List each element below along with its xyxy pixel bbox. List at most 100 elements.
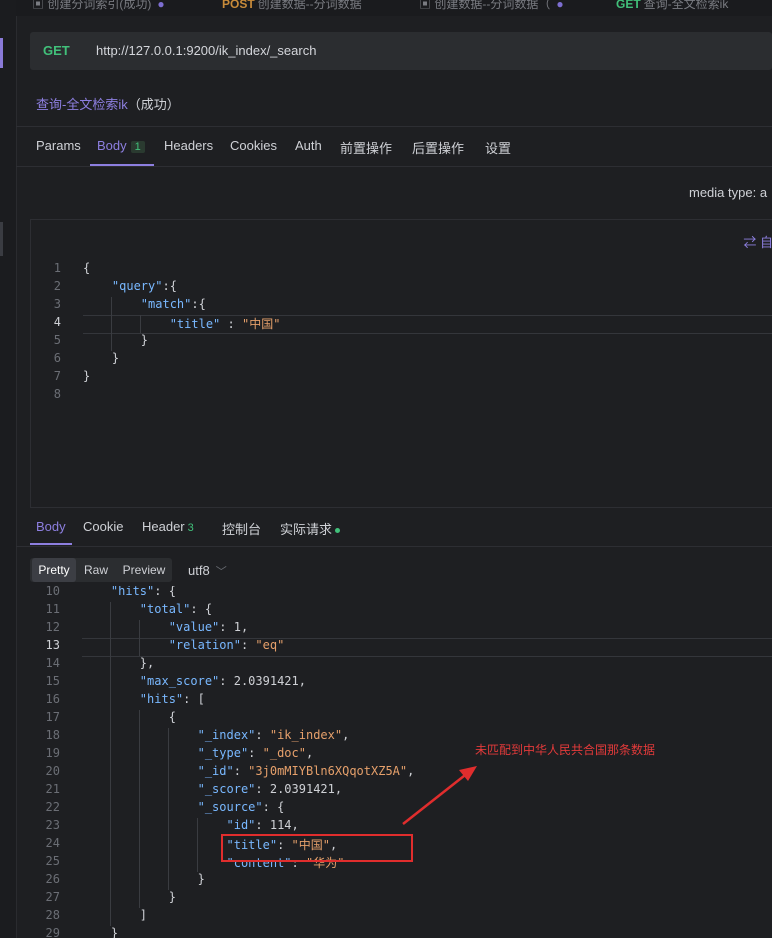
line-number: 28 — [45, 908, 60, 922]
code-token: : 114, — [255, 818, 299, 832]
media-type-select[interactable]: media type: a — [689, 185, 767, 200]
line-number: 21 — [45, 782, 60, 796]
line-number: 29 — [45, 926, 60, 938]
code-line: "id": 114, — [82, 818, 299, 832]
tab-cookies[interactable]: Cookies — [230, 138, 277, 153]
encoding-select[interactable]: utf8 ﹀ — [188, 563, 227, 579]
code-line: "_source": { — [82, 800, 285, 814]
tab-post-ops[interactable]: 后置操作 — [412, 138, 464, 157]
json-key: "title" — [169, 317, 221, 331]
divider — [16, 546, 772, 547]
json-string: "ik_index" — [269, 728, 343, 742]
json-key: "_source" — [197, 800, 263, 814]
code-line: "_type": "_doc", — [82, 746, 314, 760]
json-string: "3j0mMIYBln6XQqotXZ5A" — [248, 764, 408, 778]
annotation-arrow — [402, 766, 477, 825]
code-line: "_index": "ik_index", — [82, 728, 350, 742]
code-token: } — [83, 369, 91, 383]
code-token: : 2.0391421, — [219, 674, 306, 688]
code-token: : — [240, 638, 256, 652]
code-token: :{ — [191, 297, 206, 311]
line-number: 22 — [45, 800, 60, 814]
code-line: } — [82, 890, 176, 904]
code-token: { — [82, 710, 176, 724]
resp-tab-cookie[interactable]: Cookie — [83, 519, 123, 534]
code-token: } — [82, 926, 119, 938]
line-number: 14 — [45, 656, 60, 670]
resp-tab-actual-request[interactable]: 实际请求 — [280, 519, 341, 538]
tab-headers[interactable]: Headers — [164, 138, 213, 153]
resp-tab-console[interactable]: 控制台 — [222, 519, 261, 538]
url-input[interactable]: http://127.0.0.1:9200/ik_index/_search — [96, 43, 316, 58]
code-token: : — [220, 317, 242, 331]
auto-format-button[interactable]: ⇄ 自 — [743, 232, 772, 251]
tab-params[interactable]: Params — [36, 138, 81, 153]
json-key: "value" — [168, 620, 220, 634]
resp-tab-body[interactable]: Body — [36, 519, 66, 534]
open-tab[interactable]: GET 查询-全文检索ik — [616, 0, 728, 12]
code-token: , — [342, 728, 350, 742]
active-resp-tab-underline — [30, 543, 72, 545]
line-number: 4 — [53, 315, 61, 329]
code-token: , — [305, 746, 314, 760]
json-key: "_type" — [197, 746, 249, 760]
response-tabs: Body Cookie Header 3 控制台 实际请求 — [30, 507, 772, 546]
code-line: ] — [82, 908, 147, 922]
line-number: 17 — [45, 710, 60, 724]
line-number: 25 — [45, 854, 60, 868]
tab-body-label: Body — [97, 138, 127, 153]
request-body-editor[interactable]: ⇄ 自 1{2 "query":{3 "match":{4 "title" : … — [30, 219, 772, 508]
open-tab[interactable]: ▣ 创建分词索引(成功) ● — [32, 0, 165, 12]
resp-tab-header[interactable]: Header 3 — [142, 519, 194, 534]
open-tab-label: 查询-全文检索ik — [643, 0, 729, 11]
line-number: 2 — [53, 279, 61, 293]
doc-icon: ▣ — [32, 0, 48, 11]
tab-auth[interactable]: Auth — [295, 138, 322, 153]
json-key: "relation" — [168, 638, 241, 652]
divider — [16, 126, 772, 127]
code-token: } — [82, 872, 205, 886]
http-method-select[interactable]: GET — [43, 43, 70, 58]
code-line: { — [82, 710, 176, 724]
url-bar[interactable]: GET http://127.0.0.1:9200/ik_index/_sear… — [30, 32, 772, 70]
annotation-note: 未匹配到中华人民共合国那条数据 — [475, 743, 656, 757]
code-token: : { — [154, 586, 176, 598]
tab-body[interactable]: Body 1 — [97, 138, 145, 153]
line-number: 13 — [45, 638, 60, 652]
open-tab[interactable]: ▣ 创建数据--分词数据（ ● — [419, 0, 564, 12]
preview-button[interactable]: Preview — [118, 558, 170, 582]
open-tab-label: 创建分词索引(成功) — [47, 0, 152, 11]
open-tab-label: 创建数据--分词数据 — [257, 0, 362, 11]
json-key: "hits" — [139, 692, 184, 706]
chevron-down-icon: ﹀ — [215, 566, 227, 578]
doc-icon: ▣ — [419, 0, 435, 11]
tab-pre-ops[interactable]: 前置操作 — [340, 138, 392, 157]
line-number: 19 — [45, 746, 60, 760]
raw-button[interactable]: Raw — [80, 558, 112, 582]
pretty-button[interactable]: Pretty — [32, 558, 76, 582]
tab-body-badge: 1 — [130, 141, 145, 153]
tab-settings[interactable]: 设置 — [485, 138, 511, 157]
code-token: : — [255, 728, 270, 742]
code-line: "title" : "中国" — [83, 315, 281, 332]
json-key: "total" — [139, 602, 191, 616]
code-token: : 1, — [219, 620, 249, 634]
code-line: "hits": { — [82, 586, 176, 598]
code-line: }, — [82, 656, 154, 670]
line-number: 10 — [45, 586, 60, 598]
code-line: "_id": "3j0mMIYBln6XQqotXZ5A", — [82, 764, 415, 778]
line-number: 8 — [53, 387, 61, 401]
open-tab[interactable]: POST 创建数据--分词数据 — [222, 0, 362, 12]
